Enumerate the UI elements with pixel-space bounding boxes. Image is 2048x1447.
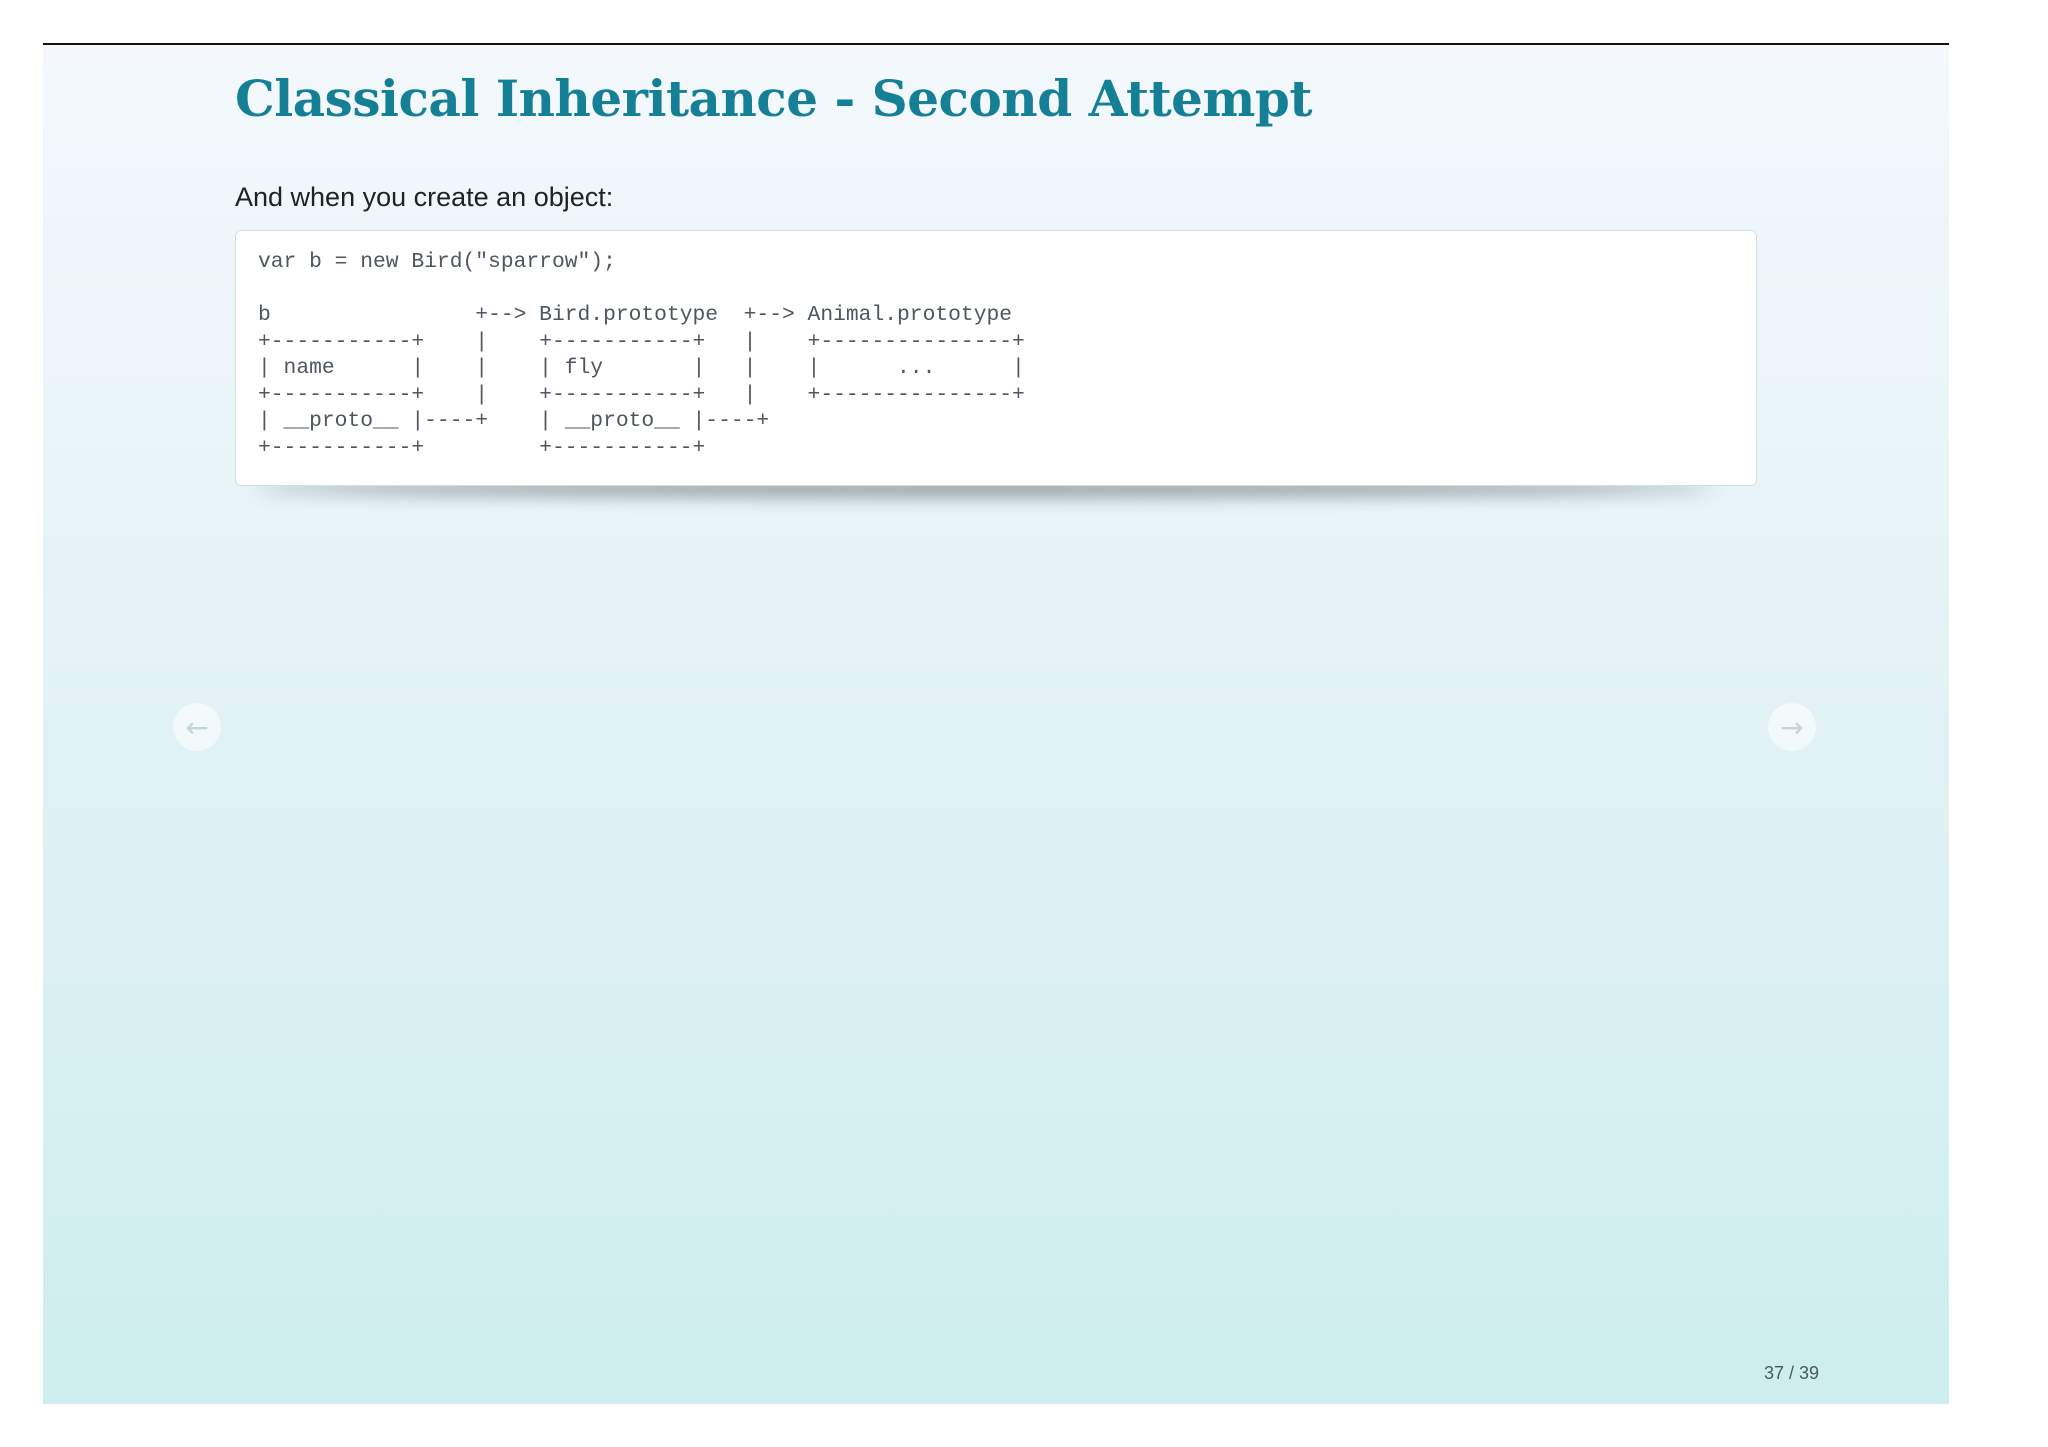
code-text: var b = new Bird("sparrow"); b +--> Bird… (258, 250, 1025, 460)
page-counter: 37 / 39 (1764, 1363, 1820, 1383)
next-slide-button[interactable]: → (1768, 703, 1816, 751)
code-block: var b = new Bird("sparrow"); b +--> Bird… (235, 230, 1757, 486)
slide-title: Classical Inheritance - Second Attempt (235, 69, 1312, 128)
right-arrow-icon: → (1780, 710, 1804, 744)
prev-slide-button[interactable]: ← (173, 703, 221, 751)
slide: Classical Inheritance - Second Attempt A… (43, 43, 1949, 1404)
slide-intro-text: And when you create an object: (235, 182, 614, 212)
left-arrow-icon: ← (185, 710, 209, 744)
